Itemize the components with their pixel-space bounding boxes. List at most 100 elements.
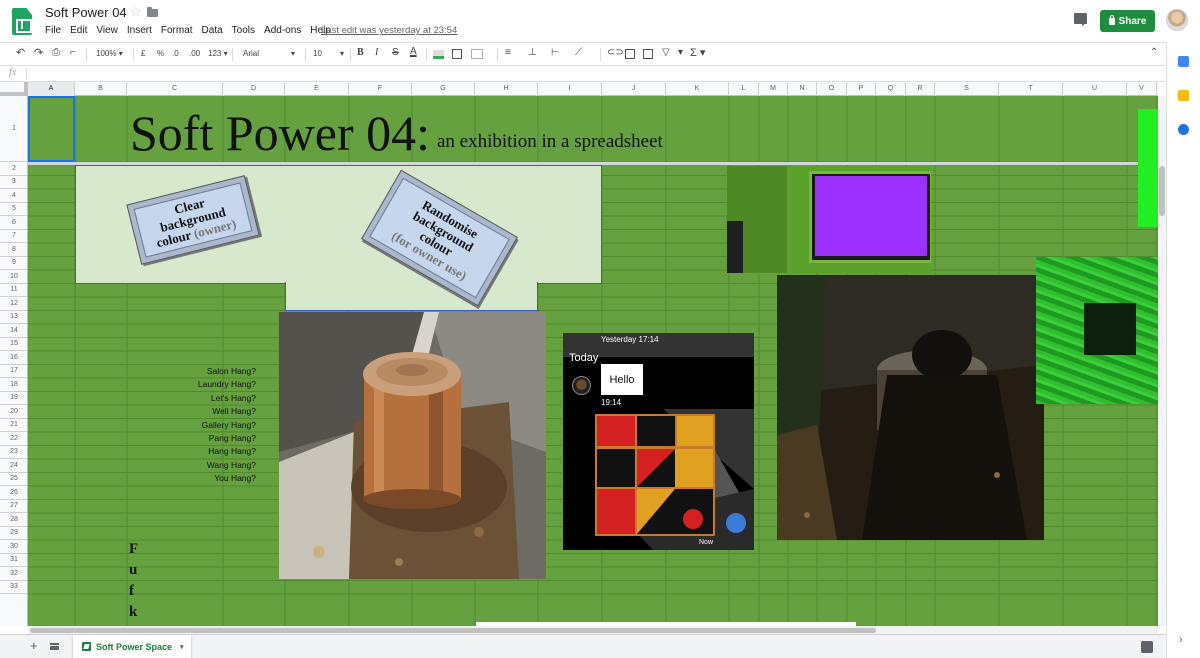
row-header-27[interactable]: 27 bbox=[0, 500, 27, 513]
menu-addons[interactable]: Add-ons bbox=[264, 25, 301, 36]
row-header-14[interactable]: 14 bbox=[0, 324, 27, 338]
menu-insert[interactable]: Insert bbox=[127, 25, 152, 36]
filter-icon[interactable]: ▽ bbox=[662, 47, 670, 58]
row-header-23[interactable]: 23 bbox=[0, 446, 27, 459]
italic-button[interactable]: I bbox=[375, 47, 378, 58]
column-header-d[interactable]: D bbox=[223, 82, 285, 96]
row-header-18[interactable]: 18 bbox=[0, 378, 27, 392]
collapse-menu-icon[interactable]: ⌃ bbox=[1150, 47, 1158, 58]
column-header-v[interactable]: V bbox=[1127, 82, 1157, 96]
document-title[interactable]: Soft Power 04 bbox=[45, 5, 127, 20]
row-header-20[interactable]: 20 bbox=[0, 405, 27, 419]
strikethrough-button[interactable]: S bbox=[392, 47, 399, 58]
print-icon[interactable]: ⎙ bbox=[52, 47, 60, 58]
column-header-e[interactable]: E bbox=[285, 82, 349, 96]
functions-icon[interactable]: Σ ▾ bbox=[690, 46, 705, 59]
sheet-tab-soft-power-space[interactable]: Soft Power Space ▾ bbox=[73, 635, 191, 658]
borders-icon[interactable] bbox=[452, 49, 462, 59]
row-header-28[interactable]: 28 bbox=[0, 513, 27, 527]
column-header-f[interactable]: F bbox=[349, 82, 412, 96]
column-header-b[interactable]: B bbox=[75, 82, 127, 96]
purple-screen-photo[interactable] bbox=[727, 166, 931, 273]
row-header-32[interactable]: 32 bbox=[0, 567, 27, 581]
row-header-25[interactable]: 25 bbox=[0, 473, 27, 486]
column-header-l[interactable]: L bbox=[729, 82, 759, 96]
column-header-g[interactable]: G bbox=[412, 82, 475, 96]
calendar-icon[interactable] bbox=[1178, 56, 1189, 67]
column-header-n[interactable]: N bbox=[788, 82, 817, 96]
row-header-10[interactable]: 10 bbox=[0, 270, 27, 284]
bold-button[interactable]: B bbox=[357, 47, 364, 58]
vertical-align-icon[interactable]: ⊥ bbox=[528, 47, 537, 58]
horizontal-scrollbar[interactable] bbox=[28, 626, 1158, 634]
zoom-select[interactable]: 100% ▾ bbox=[96, 49, 123, 58]
row-header-11[interactable]: 11 bbox=[0, 284, 27, 297]
row-header-1[interactable]: 1 bbox=[0, 96, 27, 162]
align-left-icon[interactable]: ≡ bbox=[505, 47, 511, 58]
insert-chart-icon[interactable] bbox=[643, 49, 653, 59]
row-header-29[interactable]: 29 bbox=[0, 527, 27, 540]
column-header-h[interactable]: H bbox=[475, 82, 538, 96]
redo-icon[interactable]: ↷ bbox=[34, 46, 43, 59]
insert-comment-icon[interactable] bbox=[625, 49, 635, 59]
selected-cell-a1[interactable] bbox=[28, 96, 75, 162]
select-all-corner[interactable] bbox=[0, 82, 28, 96]
currency-button[interactable]: £ bbox=[141, 49, 145, 58]
column-header-s[interactable]: S bbox=[935, 82, 999, 96]
star-icon[interactable]: ☆ bbox=[130, 4, 142, 20]
column-header-a[interactable]: A bbox=[28, 82, 75, 96]
increase-decimal-button[interactable]: .00 bbox=[189, 49, 200, 58]
column-header-p[interactable]: P bbox=[847, 82, 876, 96]
row-header-19[interactable]: 19 bbox=[0, 392, 27, 405]
paint-format-icon[interactable]: ⌐ bbox=[70, 47, 76, 58]
tasks-icon[interactable] bbox=[1178, 124, 1189, 135]
column-header-i[interactable]: I bbox=[538, 82, 602, 96]
column-header-t[interactable]: T bbox=[999, 82, 1063, 96]
explore-icon[interactable] bbox=[1141, 641, 1153, 653]
text-rotation-icon[interactable]: ⟋ bbox=[575, 47, 582, 58]
row-header-31[interactable]: 31 bbox=[0, 554, 27, 567]
cell-grid[interactable]: Soft Power 04: an exhibition in a spread… bbox=[28, 96, 1158, 626]
insert-link-icon[interactable]: ⊂⊃ bbox=[607, 47, 624, 58]
font-size-select[interactable]: 10 ▾ bbox=[313, 49, 347, 58]
column-header-o[interactable]: O bbox=[817, 82, 847, 96]
menu-data[interactable]: Data bbox=[202, 25, 223, 36]
chevron-down-icon[interactable]: ▾ bbox=[180, 643, 184, 651]
row-header-13[interactable]: 13 bbox=[0, 311, 27, 324]
fill-color-icon[interactable] bbox=[433, 50, 444, 59]
text-color-button[interactable]: A bbox=[410, 46, 417, 57]
share-button[interactable]: Share bbox=[1100, 10, 1155, 32]
phone-screenshot-photo[interactable]: Yesterday 17:14 Today Hello 19:14 Now bbox=[563, 333, 754, 550]
column-header-m[interactable]: M bbox=[759, 82, 788, 96]
row-header-15[interactable]: 15 bbox=[0, 338, 27, 351]
column-header-q[interactable]: Q bbox=[876, 82, 906, 96]
row-header-9[interactable]: 9 bbox=[0, 257, 27, 270]
row-header-26[interactable]: 26 bbox=[0, 486, 27, 500]
row-header-33[interactable]: 33 bbox=[0, 581, 27, 594]
menu-view[interactable]: View bbox=[96, 25, 118, 36]
green-canvas-photo[interactable] bbox=[1036, 257, 1158, 404]
row-header-5[interactable]: 5 bbox=[0, 203, 27, 216]
font-select[interactable]: Arial ▾ bbox=[243, 49, 299, 58]
filter-views-icon[interactable]: ▾ bbox=[678, 47, 683, 58]
row-header-8[interactable]: 8 bbox=[0, 243, 27, 257]
row-header-4[interactable]: 4 bbox=[0, 189, 27, 203]
folder-icon[interactable] bbox=[147, 7, 158, 17]
menu-tools[interactable]: Tools bbox=[232, 25, 255, 36]
text-wrap-icon[interactable]: ⊢ bbox=[551, 47, 560, 58]
row-header-22[interactable]: 22 bbox=[0, 432, 27, 446]
sheets-logo-icon[interactable] bbox=[12, 8, 32, 35]
percent-button[interactable]: % bbox=[157, 49, 164, 58]
row-header-24[interactable]: 24 bbox=[0, 459, 27, 473]
column-header-k[interactable]: K bbox=[666, 82, 729, 96]
row-header-17[interactable]: 17 bbox=[0, 365, 27, 378]
vertical-scrollbar[interactable] bbox=[1158, 96, 1166, 626]
row-header-21[interactable]: 21 bbox=[0, 419, 27, 432]
formula-bar[interactable]: fx bbox=[0, 66, 1166, 82]
more-formats-select[interactable]: 123 ▾ bbox=[208, 49, 228, 58]
row-header-3[interactable]: 3 bbox=[0, 176, 27, 189]
column-header-r[interactable]: R bbox=[906, 82, 935, 96]
row-header-7[interactable]: 7 bbox=[0, 230, 27, 243]
menu-format[interactable]: Format bbox=[161, 25, 193, 36]
menu-edit[interactable]: Edit bbox=[70, 25, 87, 36]
